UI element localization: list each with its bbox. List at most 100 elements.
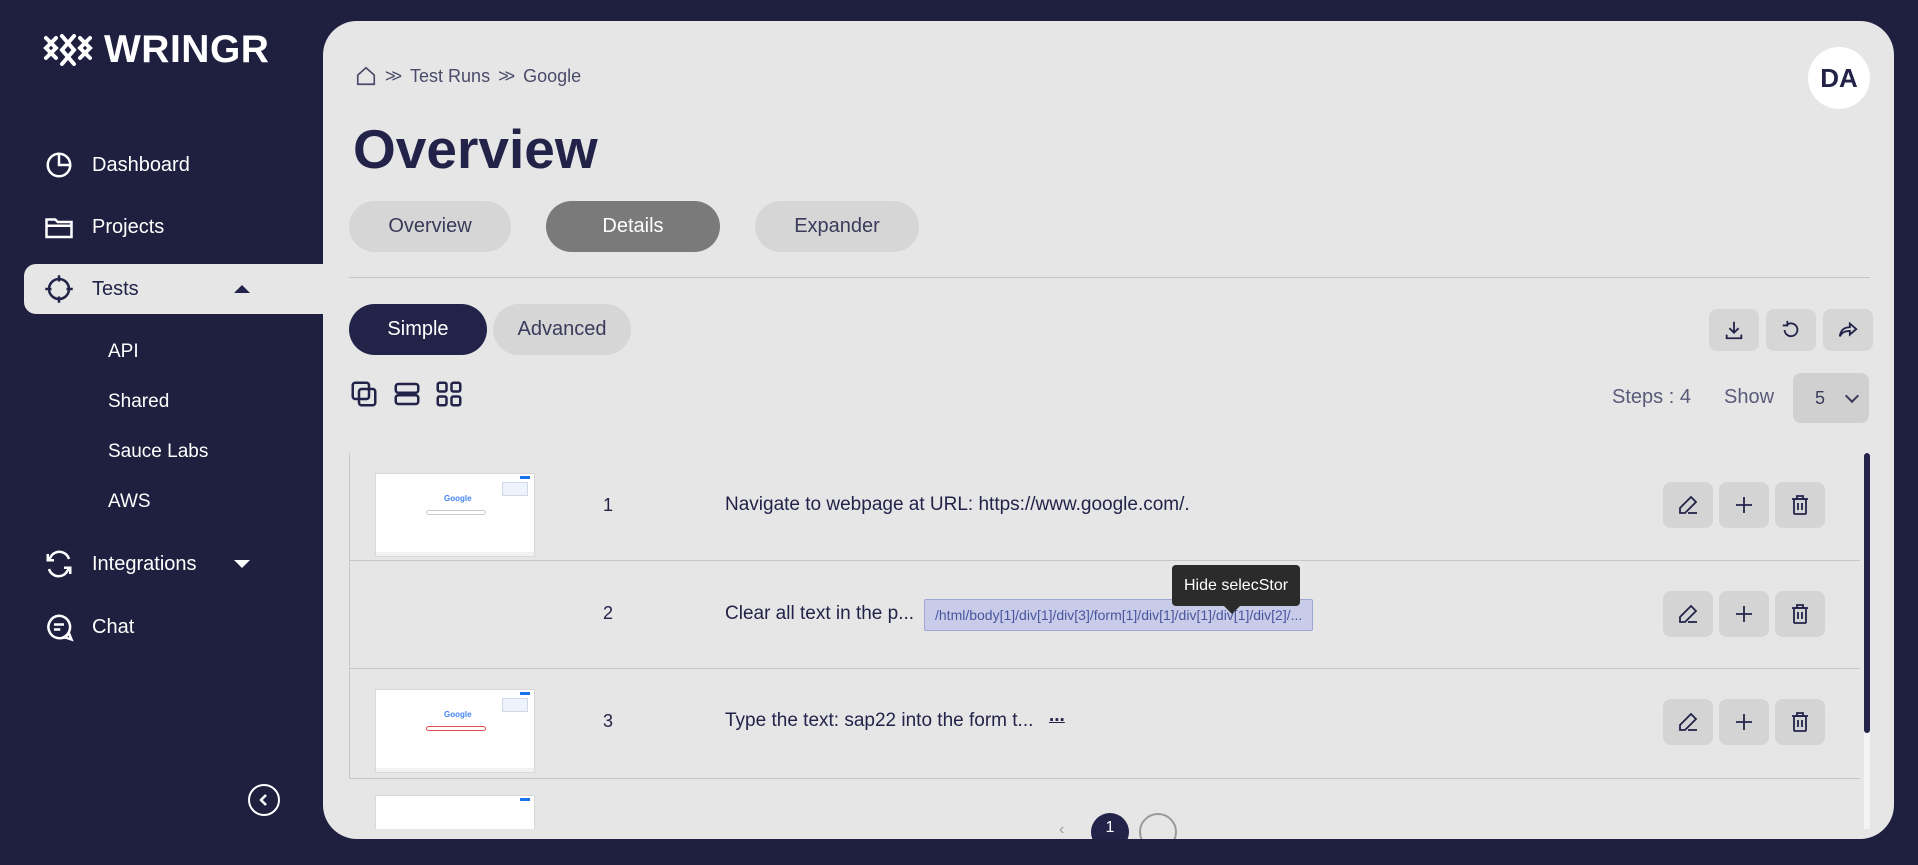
step-screenshot-thumbnail[interactable]: Google	[375, 473, 535, 557]
crosshair-icon	[45, 275, 73, 303]
edit-icon	[1679, 712, 1698, 731]
folder-icon	[45, 218, 73, 239]
thumbnail-button	[520, 692, 530, 695]
plus-icon	[1736, 497, 1752, 513]
delete-step-button[interactable]	[1775, 699, 1825, 745]
grid-icon	[436, 381, 462, 407]
show-count-value: 5	[1815, 387, 1826, 408]
pagination-prev[interactable]: ‹	[1059, 821, 1064, 839]
home-icon[interactable]	[355, 65, 377, 87]
sidebar-subitem-api[interactable]: API	[108, 341, 139, 363]
thumbnail-footer	[376, 552, 534, 556]
chevron-left-icon	[259, 794, 267, 806]
step-number: 1	[603, 495, 614, 515]
sidebar-subitem-sauce-labs[interactable]: Sauce Labs	[108, 441, 208, 463]
row-border	[349, 453, 350, 560]
download-button[interactable]	[1709, 309, 1759, 351]
tab-expander[interactable]: Expander	[755, 201, 919, 252]
copy-icon	[351, 381, 377, 407]
download-icon	[1725, 321, 1743, 340]
sidebar-item-label: Tests	[92, 277, 139, 300]
add-step-button[interactable]	[1719, 482, 1769, 528]
tab-overview[interactable]: Overview	[349, 201, 511, 252]
table-row: 2 Clear all text in the p... /html/body[…	[349, 561, 1860, 669]
row-border	[349, 561, 350, 668]
plus-icon	[1736, 714, 1752, 730]
sidebar-item-projects[interactable]: Projects	[24, 202, 324, 252]
reset-button[interactable]	[1766, 309, 1816, 351]
step-description: Type the text: sap22 into the form t...	[725, 710, 1034, 731]
table-row: Google 3 Type the text: sap22 into the f…	[349, 669, 1860, 779]
chat-icon	[47, 614, 74, 642]
mode-simple[interactable]: Simple	[349, 304, 487, 355]
add-step-button[interactable]	[1719, 699, 1769, 745]
pie-chart-icon	[46, 152, 72, 178]
sidebar-item-label: Dashboard	[92, 153, 190, 176]
refresh-icon	[1782, 320, 1799, 338]
tab-details[interactable]: Details	[546, 201, 720, 252]
thumbnail-button	[520, 476, 530, 479]
caret-up-icon[interactable]	[234, 285, 250, 293]
thumbnail-search-bar	[426, 726, 486, 731]
edit-icon	[1679, 604, 1698, 623]
sidebar-subitem-aws[interactable]: AWS	[108, 491, 151, 513]
step-description: Navigate to webpage at URL: https://www.…	[725, 494, 1190, 515]
copy-view-button[interactable]	[349, 379, 379, 409]
sidebar-item-label: Projects	[92, 215, 165, 238]
step-screenshot-thumbnail[interactable]: Google	[375, 689, 535, 773]
caret-down-icon[interactable]	[234, 560, 250, 568]
logo-text: WRINGR	[104, 28, 270, 71]
show-more-link[interactable]: ...	[1049, 705, 1065, 727]
edit-step-button[interactable]	[1663, 591, 1713, 637]
logo-icon	[43, 34, 93, 66]
thumbnail-logo-text: Google	[444, 494, 472, 503]
share-button[interactable]	[1823, 309, 1873, 351]
grid-view-button[interactable]	[434, 379, 464, 409]
tooltip: Hide selecStor	[1172, 565, 1301, 614]
rows-view-button[interactable]	[392, 379, 422, 409]
collapse-sidebar-button[interactable]	[248, 784, 280, 816]
edit-step-button[interactable]	[1663, 699, 1713, 745]
delete-step-button[interactable]	[1775, 591, 1825, 637]
breadcrumb-google[interactable]: Google	[523, 66, 581, 87]
scrollbar-thumb[interactable]	[1864, 453, 1870, 733]
sidebar-item-tests[interactable]: Tests	[24, 264, 324, 314]
step-description: Clear all text in the p...	[725, 603, 915, 624]
trash-icon	[1792, 712, 1808, 732]
sidebar-item-label: Integrations	[92, 552, 197, 575]
thumbnail-popup	[502, 482, 528, 496]
sidebar: WRINGR Dashboard Projects Tests API Shar…	[0, 0, 324, 865]
sidebar-subitem-shared[interactable]: Shared	[108, 391, 169, 413]
avatar[interactable]: DA	[1808, 47, 1870, 109]
sidebar-item-label: Chat	[92, 615, 135, 638]
sidebar-item-integrations[interactable]: Integrations	[24, 539, 324, 589]
edit-icon	[1679, 495, 1698, 514]
show-label: Show	[1724, 386, 1775, 408]
thumbnail-footer	[376, 768, 534, 772]
edit-step-button[interactable]	[1663, 482, 1713, 528]
sidebar-item-chat[interactable]: Chat	[24, 602, 324, 652]
logo[interactable]: WRINGR	[42, 28, 269, 72]
thumbnail-popup	[502, 698, 528, 712]
row-border	[349, 669, 350, 778]
mode-advanced[interactable]: Advanced	[493, 304, 631, 355]
steps-count: Steps : 4	[1612, 386, 1691, 408]
page-title: Overview	[353, 118, 598, 180]
add-step-button[interactable]	[1719, 591, 1769, 637]
show-count-select[interactable]: 5	[1793, 373, 1869, 423]
plus-icon	[1736, 606, 1752, 622]
thumbnail-search-bar	[426, 510, 486, 515]
breadcrumb-separator: >>	[385, 65, 402, 86]
sidebar-item-dashboard[interactable]: Dashboard	[24, 140, 324, 190]
share-icon	[1838, 321, 1858, 337]
delete-step-button[interactable]	[1775, 482, 1825, 528]
thumbnail-button	[520, 798, 530, 801]
breadcrumb-test-runs[interactable]: Test Runs	[410, 66, 490, 87]
table-row: Google 1 Navigate to webpage at URL: htt…	[349, 453, 1860, 561]
refresh-icon	[46, 550, 72, 578]
breadcrumb-separator: >>	[498, 65, 515, 86]
main-panel: >> Test Runs >> Google DA Overview Overv…	[323, 21, 1894, 839]
step-number: 2	[603, 603, 614, 623]
thumbnail-logo-text: Google	[444, 710, 472, 719]
step-screenshot-thumbnail[interactable]	[375, 795, 535, 829]
